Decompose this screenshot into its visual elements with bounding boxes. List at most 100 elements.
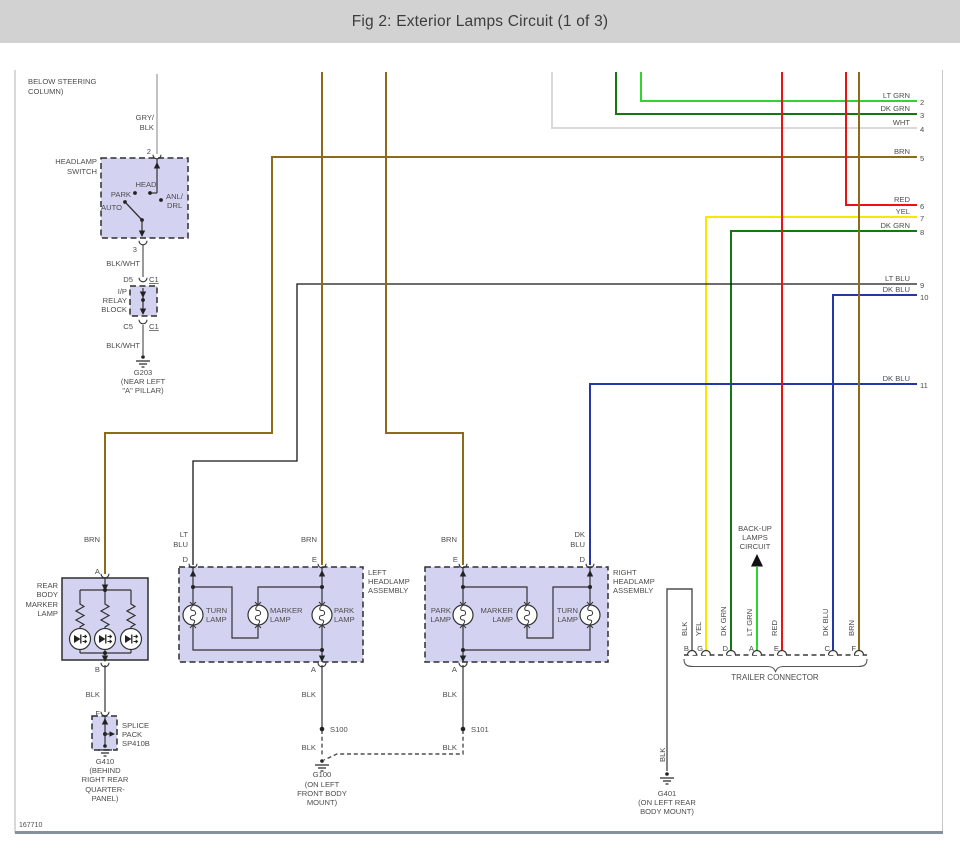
pin5-wire-label: BRN (894, 147, 910, 156)
left-pin-a: A (311, 665, 317, 674)
right-blk-label-2: BLK (443, 743, 457, 752)
trailer-pin-d: D (723, 644, 729, 653)
left-feed-ltblu-label: LT (180, 530, 189, 539)
right-feed-dkblu-label: DK (574, 530, 585, 539)
rear-marker-blk-label: BLK (86, 690, 100, 699)
switch-pin-3: 3 (133, 245, 137, 254)
trailer-wire-red: RED (770, 619, 779, 636)
pin5-number: 5 (920, 154, 924, 163)
left-turn-lamp-label: TURN (206, 606, 227, 615)
ground-g100-loc: (ON LEFT (305, 780, 340, 789)
rear-marker-pin-f: F (95, 709, 100, 718)
wire-dk-grn-pin3 (615, 72, 917, 115)
switch-pos-park: PARK (111, 190, 131, 199)
relay-label-relay: RELAY (103, 296, 127, 305)
relay-conn-c1-top: C1 (149, 275, 159, 284)
left-turn-lamp-label-2: LAMP (206, 615, 227, 624)
pin10-number: 10 (920, 293, 928, 302)
trailer-pin-g: G (697, 644, 703, 653)
right-turn-lamp-label: TURN (557, 606, 578, 615)
pin7-wire-label: YEL (896, 207, 910, 216)
left-marker-lamp-label-2: LAMP (270, 615, 291, 624)
splice-s101 (460, 726, 466, 732)
led-lamp-3 (119, 627, 143, 651)
relay-label-ip: I/P (118, 287, 127, 296)
right-blk-label: BLK (443, 690, 457, 699)
backup-note: BACK-UP (738, 524, 772, 533)
wire-brn-right-park (385, 72, 464, 565)
left-assembly-label-2: HEADLAMP (368, 577, 410, 586)
wire-label-gry-blk: BLK (140, 123, 154, 132)
trailer-wire-dkgrn: DK GRN (719, 606, 728, 636)
switch-contact-park (133, 191, 137, 195)
switch-pos-drl: DRL (167, 201, 182, 210)
splice-s100 (319, 726, 325, 732)
trailer-wire-yel: YEL (694, 622, 703, 636)
led-lamp-2 (93, 627, 117, 651)
ground-g100-loc-2: FRONT BODY (297, 789, 347, 798)
switch-pos-anl: ANL/ (166, 192, 184, 201)
rear-feed-brn-label: BRN (84, 535, 100, 544)
relay-label-block: BLOCK (101, 305, 127, 314)
left-park-lamp-label: PARK (334, 606, 354, 615)
splice-pack-label-3: SP410B (122, 739, 150, 748)
pin11-wire-label: DK BLU (883, 374, 910, 383)
wire-label-blk-wht-2: BLK/WHT (106, 341, 140, 350)
left-feed-brn-label: BRN (301, 535, 317, 544)
trailer-wire-ltgrn: LT GRN (745, 609, 754, 636)
right-assembly-label-2: HEADLAMP (613, 577, 655, 586)
ground-g410-loc-3: QUARTER- (85, 785, 125, 794)
pin3-number: 3 (920, 111, 924, 120)
left-pin-e: E (312, 555, 317, 564)
pin8-number: 8 (920, 228, 924, 237)
splice-pack-label-2: PACK (122, 730, 142, 739)
ground-g401-symbol (659, 771, 675, 785)
right-pin-e: E (453, 555, 458, 564)
pin2-number: 2 (920, 98, 924, 107)
ground-g100-loc-3: MOUNT) (307, 798, 338, 807)
switch-contact-head (148, 191, 152, 195)
right-feed-dkblu-label-2: BLU (570, 540, 585, 549)
left-park-lamp-label-2: LAMP (334, 615, 355, 624)
ground-g401-id: G401 (658, 789, 677, 798)
ground-g203-id: G203 (134, 368, 153, 377)
right-feed-brn-label: BRN (441, 535, 457, 544)
wire-dk-blu-pin10-trailer (832, 294, 917, 651)
pin10-wire-label: DK BLU (883, 285, 910, 294)
pin9-number: 9 (920, 281, 924, 290)
ground-g401-loc-2: BODY MOUNT) (640, 807, 694, 816)
trailer-connector-brace (683, 658, 868, 673)
relay-pin-c5: C5 (123, 322, 133, 331)
left-assembly-label: LEFT (368, 568, 387, 577)
left-blk-label: BLK (302, 690, 316, 699)
right-pin-d: D (580, 555, 586, 564)
wire-label-blk-wht-1: BLK/WHT (106, 259, 140, 268)
ground-g410-loc: (BEHIND (89, 766, 121, 775)
pin8-wire-label: DK GRN (880, 221, 910, 230)
right-park-lamp-label-2: LAMP (430, 615, 451, 624)
ground-g410-loc-2: RIGHT REAR (82, 775, 129, 784)
backup-circuit-arrow (751, 554, 763, 567)
pin7-number: 7 (920, 214, 924, 223)
trailer-pin-b: B (684, 644, 689, 653)
switch-contact-anl-drl (159, 198, 163, 202)
wiring-diagram: BELOW STEERING COLUMN) GRY/ BLK HEADLAMP… (14, 70, 943, 834)
wire-blk-trailer-ground (666, 588, 693, 771)
g401-wire-blk-label: BLK (658, 748, 667, 762)
headlamp-switch-label: HEADLAMP (55, 157, 97, 166)
ground-g401-loc: (ON LEFT REAR (638, 798, 696, 807)
pin3-wire-label: DK GRN (880, 104, 910, 113)
pin11-number: 11 (920, 381, 928, 390)
ground-g410-loc-4: PANEL) (92, 794, 119, 803)
rear-marker-pin-a: A (95, 567, 101, 576)
splice-s100-label: S100 (330, 725, 348, 734)
ground-g100-id: G100 (313, 770, 332, 779)
wire-lt-grn-pin2 (640, 72, 917, 102)
pin4-wire-label: WHT (893, 118, 911, 127)
trailer-connector (683, 649, 868, 673)
left-feed-ltblu-label-2: BLU (173, 540, 188, 549)
ground-g410-id: G410 (96, 757, 115, 766)
left-assembly-label-3: ASSEMBLY (368, 586, 408, 595)
rear-marker-label-3: MARKER (26, 600, 59, 609)
pin9-wire-label: LT BLU (885, 274, 910, 283)
